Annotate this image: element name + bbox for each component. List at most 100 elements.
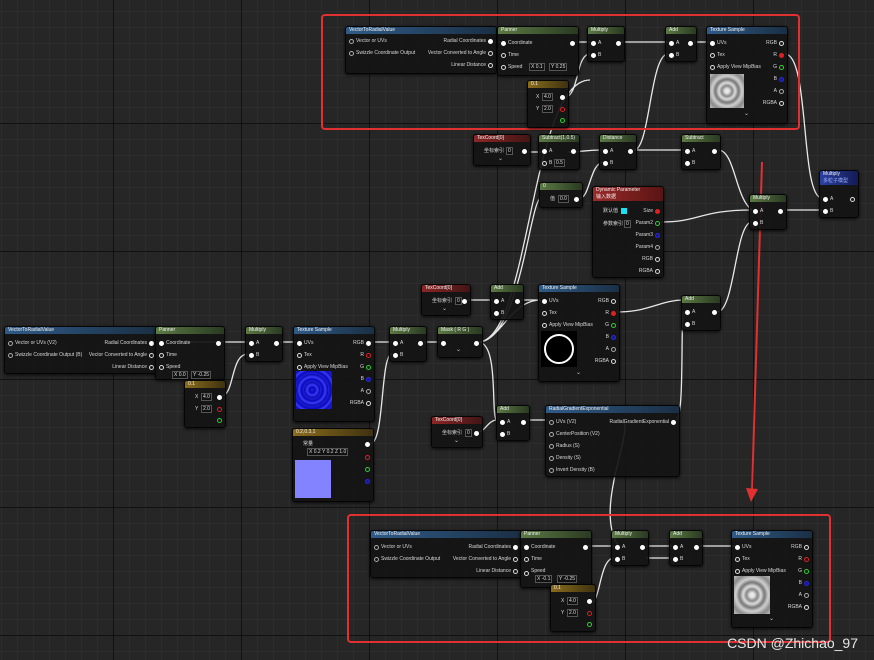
input-pin[interactable] [349,39,354,44]
node-add-right[interactable]: Add A B [681,295,721,331]
output-pin-r[interactable] [611,311,616,316]
output-pin-rgba[interactable] [366,401,371,406]
y-value-field[interactable]: 2.0 [201,405,212,413]
color-swatch[interactable] [621,208,627,214]
value-field[interactable]: 0 [455,297,462,305]
input-pin[interactable] [549,468,554,473]
output-pin[interactable] [513,545,518,550]
output-pin-a[interactable] [366,389,371,394]
output-pin[interactable] [513,569,518,574]
input-pin-b[interactable] [669,53,674,58]
node-add-top[interactable]: Add A B [665,26,697,62]
input-pin-a[interactable] [673,545,678,550]
output-pin[interactable] [574,197,579,202]
output-pin[interactable] [655,233,660,238]
chevron-down-icon[interactable]: ⌄ [454,438,459,444]
input-pin-a[interactable] [542,149,547,154]
input-pin-b[interactable] [673,557,678,562]
output-pin-b[interactable] [366,377,371,382]
node-distance[interactable]: Distance A B [599,134,637,170]
output-pin-rgb[interactable] [804,545,809,550]
node-texcoord-3[interactable]: TexCoord[0] 坐标索引 0 ⌄ [431,416,483,448]
speed-x-field[interactable]: X 0.1 [529,63,545,71]
node-vector-to-radial-value-bottom[interactable]: VectorToRadialValue Vector or UVs Swizzl… [370,530,522,578]
y-value-field[interactable]: 2.0 [567,609,578,617]
chevron-down-icon[interactable]: ⌄ [456,347,461,353]
output-pin-r[interactable] [779,53,784,58]
output-pin[interactable] [513,557,518,562]
input-pin[interactable] [501,41,506,46]
input-pin-a[interactable] [753,209,758,214]
node-add-center[interactable]: Add A B [490,284,524,320]
input-pin[interactable] [501,65,506,70]
output-pin-r[interactable] [804,557,809,562]
output-pin[interactable] [274,341,279,346]
node-multiply-bottom[interactable]: Multiply A B [611,530,649,566]
output-pin[interactable] [521,420,526,425]
input-pin-b[interactable] [249,353,254,358]
node-texture-sample-center[interactable]: Texture Sample UVs Tex Apply View MipBia… [538,284,620,382]
node-texture-sample-left[interactable]: Texture Sample UVs Tex Apply View MipBia… [293,326,375,422]
output-pin[interactable] [217,418,222,423]
output-pin[interactable] [474,431,479,436]
input-pin[interactable] [549,420,554,425]
input-pin-b[interactable] [753,221,758,226]
output-pin-rgb[interactable] [611,299,616,304]
input-pin-a[interactable] [823,197,828,202]
input-pin-b[interactable] [615,557,620,562]
input-pin-a[interactable] [685,149,690,154]
node-texcoord-1[interactable]: TexCoord[0] 坐标索引 0 ⌄ [473,134,531,166]
input-pin-a[interactable] [685,310,690,315]
value-field[interactable]: 0 [506,147,513,155]
chevron-down-icon[interactable]: ⌄ [769,616,774,622]
output-pin-b[interactable] [779,77,784,82]
output-pin-a[interactable] [804,593,809,598]
input-pin-a[interactable] [500,420,505,425]
output-pin[interactable] [655,221,660,226]
output-pin-b[interactable] [804,581,809,586]
input-pin[interactable] [441,341,446,346]
output-pin[interactable] [712,310,717,315]
input-pin[interactable] [542,299,547,304]
output-pin[interactable] [655,269,660,274]
output-pin-rgb[interactable] [366,341,371,346]
input-pin[interactable] [524,557,529,562]
speed-y-field[interactable]: Y 0.25 [549,63,568,71]
input-pin[interactable] [542,323,547,328]
output-pin[interactable] [616,41,621,46]
input-pin-a[interactable] [615,545,620,550]
chevron-down-icon[interactable]: ⌄ [498,156,503,162]
input-pin[interactable] [735,557,740,562]
input-pin[interactable] [374,545,379,550]
output-pin-rgba[interactable] [804,605,809,610]
input-pin[interactable] [159,353,164,358]
input-pin-a[interactable] [591,41,596,46]
x-value-field[interactable]: 4.0 [567,597,578,605]
node-texture-sample-bottom[interactable]: Texture Sample UVs Tex Apply View MipBia… [731,530,813,628]
output-pin[interactable] [217,407,222,412]
output-pin[interactable] [694,545,699,550]
output-pin[interactable] [655,245,660,250]
input-pin[interactable] [710,41,715,46]
node-multiply-top[interactable]: Multiply A B [587,26,625,62]
input-pin[interactable] [297,353,302,358]
input-pin[interactable] [542,311,547,316]
output-pin[interactable] [560,118,565,123]
value-field[interactable]: 0.0 [558,195,569,203]
output-pin[interactable] [712,149,717,154]
output-pin[interactable] [655,209,660,214]
output-pin[interactable] [217,395,222,400]
value-field[interactable]: 0 [465,429,472,437]
input-pin[interactable] [8,341,13,346]
output-pin[interactable] [560,107,565,112]
output-pin[interactable] [474,341,479,346]
input-pin[interactable] [735,545,740,550]
speed-y-field[interactable]: Y -0.25 [191,371,212,379]
node-mask-rg[interactable]: Mask ( R G ) ⌄ [437,326,483,358]
node-subtract-half[interactable]: Subtract(1,0.5) A B 0.5 [538,134,580,170]
input-pin[interactable] [735,569,740,574]
node-multiply-right[interactable]: Multiply A B [749,194,787,230]
node-panner-top[interactable]: Panner Coordinate Time Speed X 0.1 Y 0.2… [497,26,579,76]
output-pin[interactable] [515,299,520,304]
input-pin-b[interactable] [603,161,608,166]
